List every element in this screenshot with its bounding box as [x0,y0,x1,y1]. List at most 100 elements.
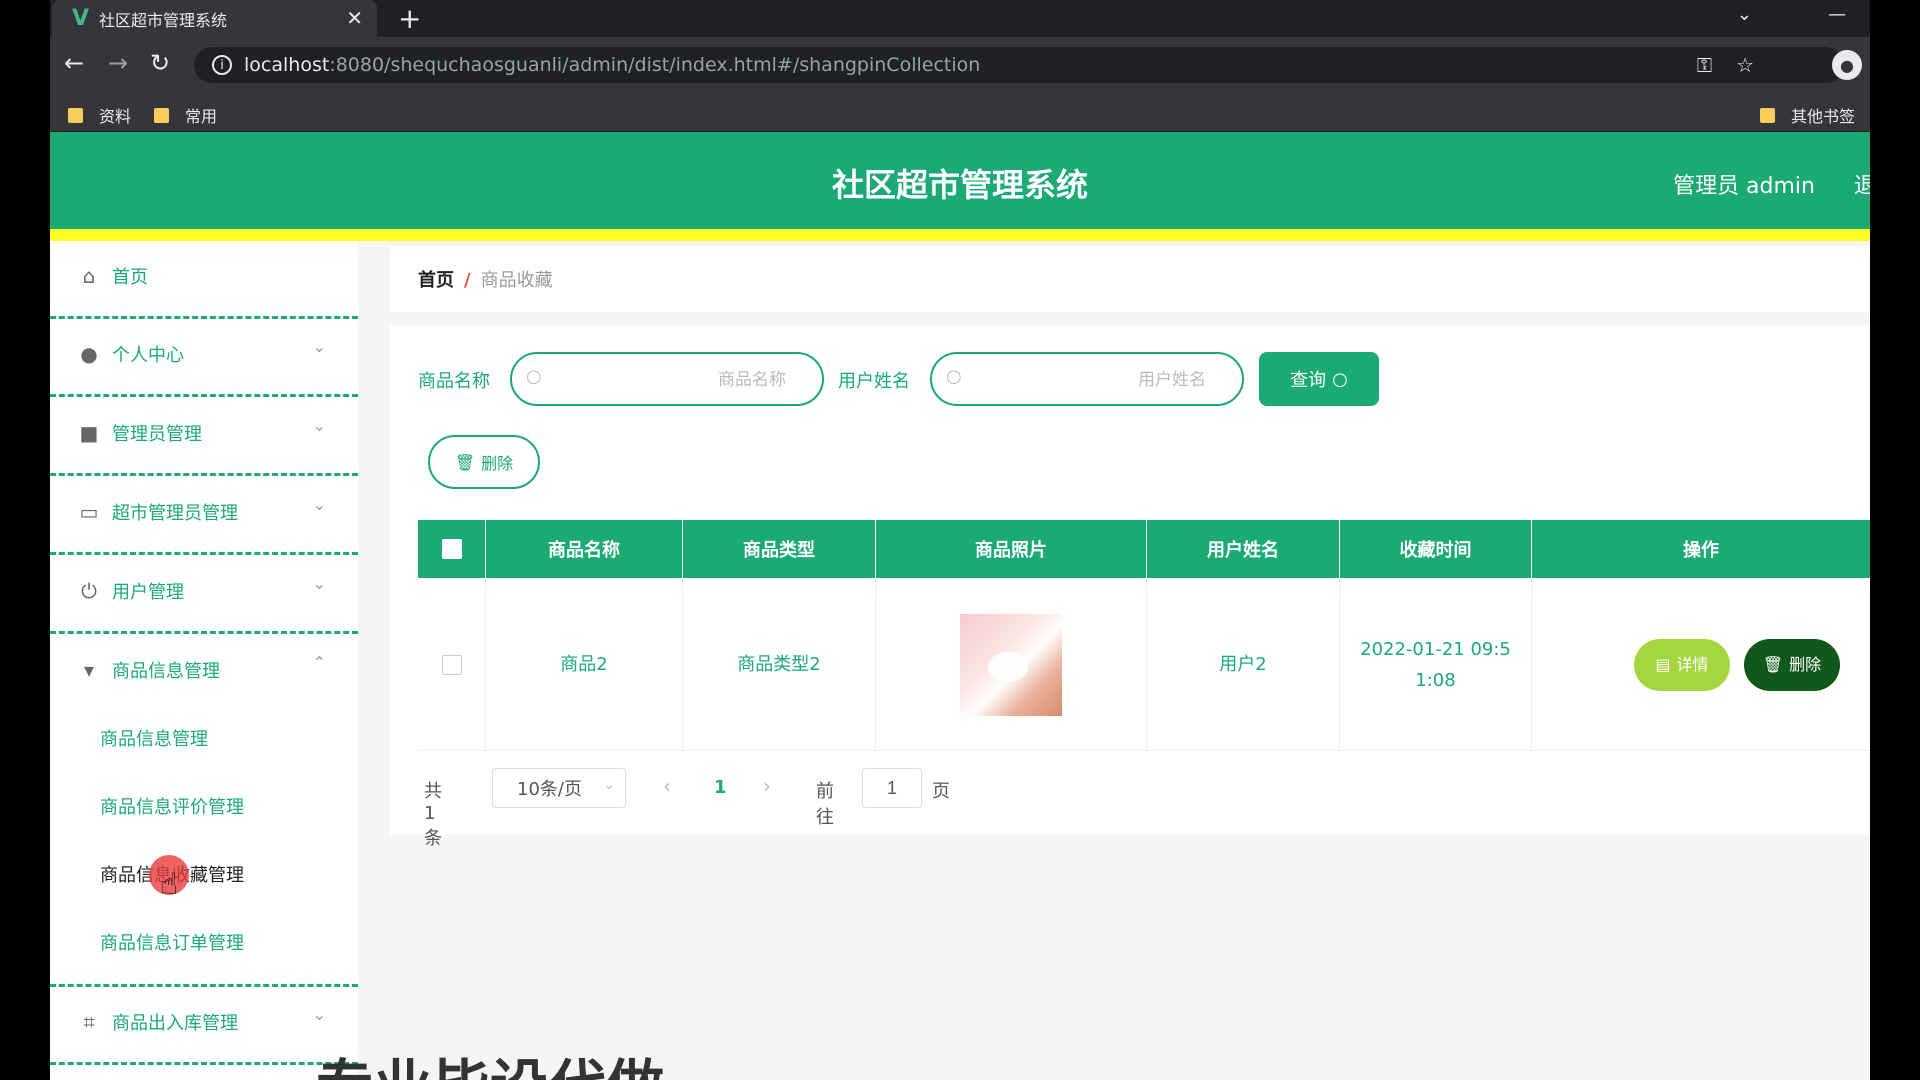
site-info-icon[interactable]: i [212,55,232,75]
sidebar-item-profile[interactable]: ● 个人中心 ⌄ [50,319,358,397]
content-card: 商品名称 ○ 用户姓名 ○ 查询 ○ 🗑 删除 商品名称 商品类型 商品照片 [390,325,1870,849]
user-name-input-wrapper[interactable]: ○ [930,352,1244,406]
delete-button-label: 删除 [1789,655,1822,674]
trash-icon: 🗑 [1762,655,1784,674]
url-path: :8080/shequchaosguanli/admin/dist/index.… [329,54,981,76]
breadcrumb: 首页 / 商品收藏 [390,246,1870,312]
column-header: 商品类型 [683,520,876,578]
home-icon: ⌂ [82,264,96,288]
product-name-label: 商品名称 [418,371,490,392]
total-count: 共 1 条 [424,781,442,849]
profile-avatar-icon[interactable]: ● [1832,50,1862,80]
goto-suffix: 页 [932,781,950,802]
admin-user-label: 管理员 admin [1673,174,1815,199]
other-bookmarks[interactable]: 其他书签 [1760,103,1855,127]
search-button[interactable]: 查询 ○ [1259,352,1379,406]
select-all-cell [418,520,486,578]
power-icon: ⏻ [81,579,97,603]
product-name-input[interactable] [552,366,802,394]
sidebar-item-label: 个人中心 [112,345,184,366]
breadcrumb-separator: / [464,270,471,291]
admin-icon: ■ [79,421,99,445]
crop-icon: ⌗ [83,1010,95,1034]
row-select-cell [418,578,486,751]
delete-button[interactable]: 🗑 删除 [1744,638,1840,691]
submenu-goods-info[interactable]: 商品信息管理 [100,725,208,751]
sidebar-item-home[interactable]: ⌂ 首页 [50,241,358,319]
browser-toolbar: ← → ↻ i localhost:8080/shequchaosguanli/… [50,37,1870,94]
bookmark-folder-1[interactable]: 资料 [68,103,131,127]
sidebar-item-label: 管理员管理 [112,424,202,445]
sidebar-item-users[interactable]: ⏻ 用户管理 ⌄ [50,556,358,634]
user-name-input[interactable] [972,366,1222,394]
user-icon: ● [80,342,98,366]
bookmark-star-icon[interactable]: ☆ [1736,53,1754,77]
logout-link[interactable]: 退 [1854,168,1870,200]
product-name-input-wrapper[interactable]: ○ [510,352,824,406]
document-icon: ▤ [1655,655,1671,674]
column-header: 商品名称 [486,520,683,578]
browser-window: V 社区超市管理系统 ✕ + ⌄ — ← → ↻ i localhost:808… [50,0,1870,1080]
sidebar-item-admins[interactable]: ■ 管理员管理 ⌄ [50,398,358,476]
sidebar-item-label: 首页 [112,267,148,288]
tab-strip: V 社区超市管理系统 ✕ + ⌄ — [50,0,1870,37]
browser-tab[interactable]: V 社区超市管理系统 ✕ [52,0,377,37]
address-bar[interactable]: i localhost:8080/shequchaosguanli/admin/… [194,47,1844,83]
product-photo-cell [876,578,1147,751]
page-number-current[interactable]: 1 [714,777,727,798]
column-header: 操作 [1683,540,1719,561]
forward-icon[interactable]: → [108,49,128,77]
submenu-goods-order[interactable]: 商品信息订单管理 [100,929,244,955]
column-header: 收藏时间 [1340,520,1532,578]
column-header: 商品照片 [876,520,1147,578]
sidebar-item-goods[interactable]: ▾ 商品信息管理 ⌃ 商品信息管理 商品信息评价管理 商品信息收藏管理 商品信息… [50,635,358,987]
submenu-goods-review[interactable]: 商品信息评价管理 [100,793,244,819]
chevron-down-icon: ⌄ [312,1005,326,1024]
key-icon[interactable]: ⚿ [1697,53,1712,77]
collect-time-cell: 2022-01-21 09:5 1:08 [1340,578,1532,751]
batch-delete-button[interactable]: 🗑 删除 [428,435,540,489]
prev-page-icon[interactable]: ‹ [663,774,671,798]
sidebar-item-stock[interactable]: ⌗ 商品出入库管理 ⌄ [50,987,358,1065]
detail-button-label: 详情 [1676,655,1709,674]
sidebar: ⌂ 首页 ● 个人中心 ⌄ ■ 管理员管理 ⌄ ▭ 超市管理员管理 ⌄ ⏻ 用户… [50,241,358,1080]
detail-button[interactable]: ▤ 详情 [1634,638,1730,691]
folder-icon [154,107,169,123]
goto-prefix: 前往 [816,781,834,828]
bookmark-label: 常用 [185,107,218,126]
minimize-icon[interactable]: — [1828,4,1846,25]
bookmark-label: 资料 [99,107,132,126]
next-page-icon[interactable]: › [763,774,771,798]
select-all-checkbox[interactable] [441,539,462,559]
sidebar-item-market-admins[interactable]: ▭ 超市管理员管理 ⌄ [50,477,358,555]
row-checkbox[interactable] [441,654,462,675]
app-title: 社区超市管理系统 [831,166,1088,204]
chevron-down-icon: ⌄ [312,574,326,593]
other-bookmarks-label: 其他书签 [1791,107,1856,126]
chevron-down-icon: ⌄ [312,495,326,514]
breadcrumb-home[interactable]: 首页 [418,270,454,291]
tab-search-chevron-icon[interactable]: ⌄ [1737,4,1752,25]
reload-icon[interactable]: ↻ [150,49,170,77]
search-icon: ○ [526,366,542,387]
page-size-select[interactable]: 10条/页 ⌄ [492,768,626,808]
url-host: localhost [244,54,330,76]
back-icon[interactable]: ← [64,49,84,77]
search-button-label: 查询 [1290,370,1327,391]
close-tab-icon[interactable]: ✕ [346,6,363,30]
bookmark-folder-2[interactable]: 常用 [154,103,217,127]
batch-delete-label: 删除 [481,454,514,473]
folder-icon [1760,107,1775,123]
chevron-up-icon: ⌃ [312,653,326,672]
new-tab-icon[interactable]: + [398,2,421,35]
goods-icon: ▾ [83,658,95,682]
column-header: 用户姓名 [1147,520,1340,578]
chevron-down-icon: ⌄ [312,416,326,435]
goto-page-input[interactable] [862,768,922,808]
sidebar-item-label: 商品信息管理 [112,661,220,682]
table-header: 商品名称 商品类型 商品照片 用户姓名 收藏时间 操作 [418,520,1870,578]
product-type-cell: 商品类型2 [683,578,876,751]
search-icon: ○ [1332,368,1348,390]
bookmarks-bar: 资料 常用 其他书签 [50,94,1870,132]
product-photo[interactable] [960,613,1062,716]
